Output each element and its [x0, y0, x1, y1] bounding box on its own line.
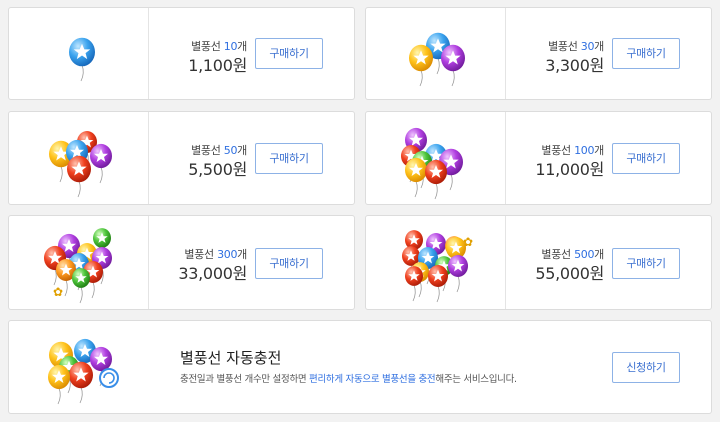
balloon-1-icon — [9, 8, 149, 99]
buy-button-300[interactable]: 구매하기 — [255, 248, 323, 279]
apply-button[interactable]: 신청하기 — [612, 352, 680, 383]
auto-charge-title: 별풍선 자동충전 — [180, 349, 282, 367]
product-card-300: ✿ 별풍선 300개 33,000원 구매하기 — [8, 215, 355, 310]
product-price: 3,300원 — [545, 56, 604, 75]
auto-charge-card: 신청하기 — [8, 320, 712, 414]
auto-charge-description: 충전일과 별풍선 개수만 설정하면 편리하게 자동으로 별풍선을 충전해주는 서… — [180, 374, 517, 385]
product-price: 33,000원 — [178, 264, 247, 283]
buy-button-30[interactable]: 구매하기 — [612, 38, 680, 69]
product-card-500: ✿ 별풍선 500개 55,000원 구매하기 — [365, 215, 712, 310]
svg-text:✿: ✿ — [463, 235, 473, 249]
product-price: 1,100원 — [188, 56, 247, 75]
balloon-bunch-icon — [366, 112, 506, 204]
product-card-100: 별풍선 100개 11,000원 구매하기 — [365, 111, 712, 205]
buy-button-500[interactable]: 구매하기 — [612, 248, 680, 279]
product-card-50: 별풍선 50개 5,500원 구매하기 — [8, 111, 355, 205]
buy-button-10[interactable]: 구매하기 — [255, 38, 323, 69]
auto-recharge-icon — [9, 321, 149, 413]
balloon-3-icon — [366, 8, 506, 99]
balloon-5-icon — [9, 112, 149, 204]
product-price: 11,000원 — [535, 160, 604, 179]
balloon-butterfly-icon: ✿ — [9, 216, 149, 309]
buy-button-50[interactable]: 구매하기 — [255, 143, 323, 174]
buy-button-100[interactable]: 구매하기 — [612, 143, 680, 174]
product-card-10: 별풍선 10개 1,100원 구매하기 — [8, 7, 355, 100]
svg-text:✿: ✿ — [53, 285, 63, 299]
product-price: 55,000원 — [535, 264, 604, 283]
product-card-30: 별풍선 30개 3,300원 구매하기 — [365, 7, 712, 100]
product-price: 5,500원 — [188, 160, 247, 179]
balloon-large-bunch-icon: ✿ — [366, 216, 506, 309]
